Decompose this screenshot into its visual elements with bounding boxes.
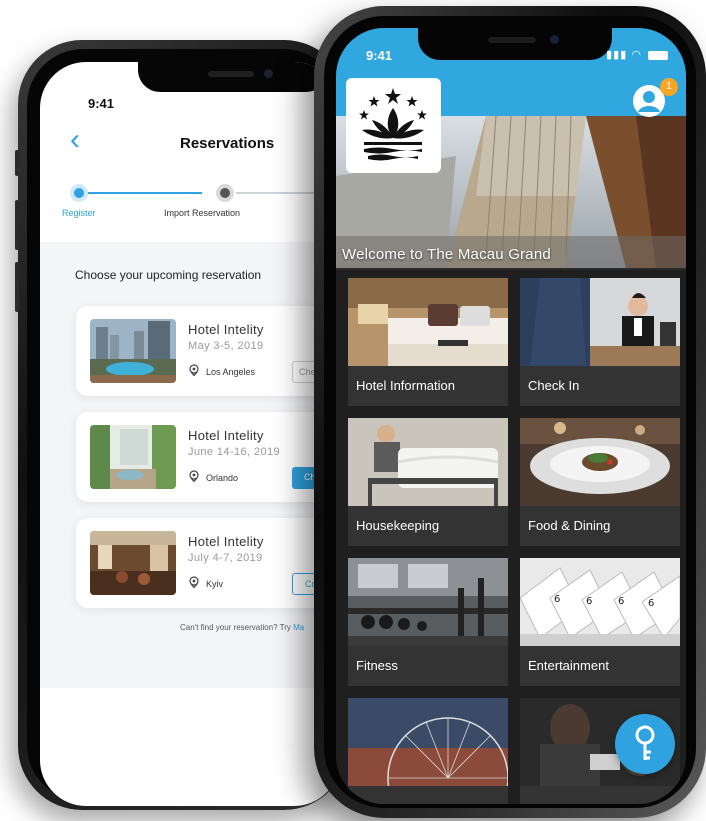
mute-switch [15, 150, 19, 176]
reservation-location: Kyiv [206, 579, 224, 589]
tile-food-dining[interactable]: Food & Dining [520, 418, 680, 546]
svg-text:6: 6 [586, 596, 592, 607]
reservation-location: Los Angeles [206, 367, 256, 377]
progress-stepper: Register Import Reservation C [40, 170, 340, 242]
tile-label: Check In [528, 378, 580, 393]
front-phone-notch [418, 28, 612, 60]
manual-search-link[interactable]: Ma [293, 623, 304, 632]
signal-icon: ▮▮▮ [606, 49, 628, 61]
tile-check-in[interactable]: Check In [520, 278, 680, 406]
tile-hotel-information[interactable]: Hotel Information [348, 278, 508, 406]
wifi-icon: ◠ [631, 49, 642, 61]
section-heading: Choose your upcoming reservation [75, 268, 262, 282]
housekeeping-photo [348, 418, 508, 506]
digital-key-button[interactable] [615, 714, 675, 774]
volume-down-button [15, 262, 19, 312]
tile-label: Hotel Information [356, 378, 455, 393]
svg-text:6: 6 [618, 596, 624, 607]
location-pin-icon [189, 470, 199, 482]
hint-text: Can't find your reservation? Try [180, 623, 294, 632]
svg-text:6: 6 [554, 594, 560, 605]
lotus-logo-icon [359, 88, 427, 161]
step-label-import: Import Reservation [164, 208, 241, 218]
ferris-wheel-photo [348, 698, 508, 786]
front-phone-frame: 9:41 ▮▮▮ ◠ 1 Welcome to The Macau Grand … [314, 6, 706, 818]
status-icons: ▮▮▮ ◠ [606, 48, 668, 61]
step-dot-import [216, 184, 234, 202]
back-phone-frame: 9:41 ▮▮▮ ‹ Reservations Register Import … [15, 40, 348, 810]
notification-badge: 1 [660, 78, 678, 96]
hotel-name: Hotel Intelity [188, 322, 264, 337]
reservation-dates: May 3-5, 2019 [188, 340, 264, 352]
svg-text:6: 6 [648, 598, 654, 609]
back-chevron-icon[interactable]: ‹ [70, 125, 80, 155]
hotel-photo-kyiv [90, 531, 176, 595]
reservation-location: Orlando [206, 473, 239, 483]
hotel-name: Hotel Intelity [188, 534, 264, 549]
status-time: 9:41 [88, 96, 115, 111]
casino-cards-photo: 6 6 6 6 [520, 558, 680, 646]
tile-sightseeing[interactable] [348, 698, 508, 804]
dining-photo [520, 418, 680, 506]
page-title: Reservations [180, 135, 275, 152]
reservation-card[interactable]: Hotel Intelity May 3-5, 2019 Los Angeles… [76, 306, 340, 396]
step-dot-register [70, 184, 88, 202]
hotel-room-photo [348, 278, 508, 366]
location-pin-icon [189, 364, 199, 376]
battery-icon [648, 50, 668, 60]
front-phone-screen: 9:41 ▮▮▮ ◠ 1 Welcome to The Macau Grand … [336, 28, 686, 804]
hotel-photo-orlando [90, 425, 176, 489]
reservation-card[interactable]: Hotel Intelity July 4-7, 2019 Kyiv Comi [76, 518, 340, 608]
tile-entertainment[interactable]: 6 6 6 6 Entertainment [520, 558, 680, 686]
reservation-dates: June 14-16, 2019 [188, 446, 281, 458]
step-label-register: Register [62, 208, 96, 218]
key-icon [635, 725, 655, 760]
reservation-card[interactable]: Hotel Intelity June 14-16, 2019 Orlando … [76, 412, 340, 502]
tile-fitness[interactable]: Fitness [348, 558, 508, 686]
volume-up-button [15, 200, 19, 250]
hotel-logo [346, 78, 441, 173]
hotel-name: Hotel Intelity [188, 428, 264, 443]
status-time: 9:41 [366, 48, 393, 63]
back-phone-screen: 9:41 ▮▮▮ ‹ Reservations Register Import … [40, 62, 340, 806]
tile-label: Fitness [356, 658, 398, 673]
tile-housekeeping[interactable]: Housekeeping [348, 418, 508, 546]
back-phone-notch [138, 62, 328, 92]
reservation-dates: July 4-7, 2019 [188, 552, 263, 564]
hotel-photo-los-angeles [90, 319, 176, 383]
location-pin-icon [189, 576, 199, 588]
gym-photo [348, 558, 508, 646]
device-mockup-stage: 9:41 ▮▮▮ ‹ Reservations Register Import … [0, 0, 706, 821]
tile-label: Entertainment [528, 658, 609, 673]
front-desk-photo [520, 278, 680, 366]
welcome-banner: Welcome to The Macau Grand [342, 246, 551, 263]
step-connector-done [82, 192, 202, 194]
tile-label: Food & Dining [528, 518, 611, 533]
missing-reservation-hint: Can't find your reservation? Try Ma [180, 623, 304, 632]
tile-label: Housekeeping [356, 518, 440, 533]
